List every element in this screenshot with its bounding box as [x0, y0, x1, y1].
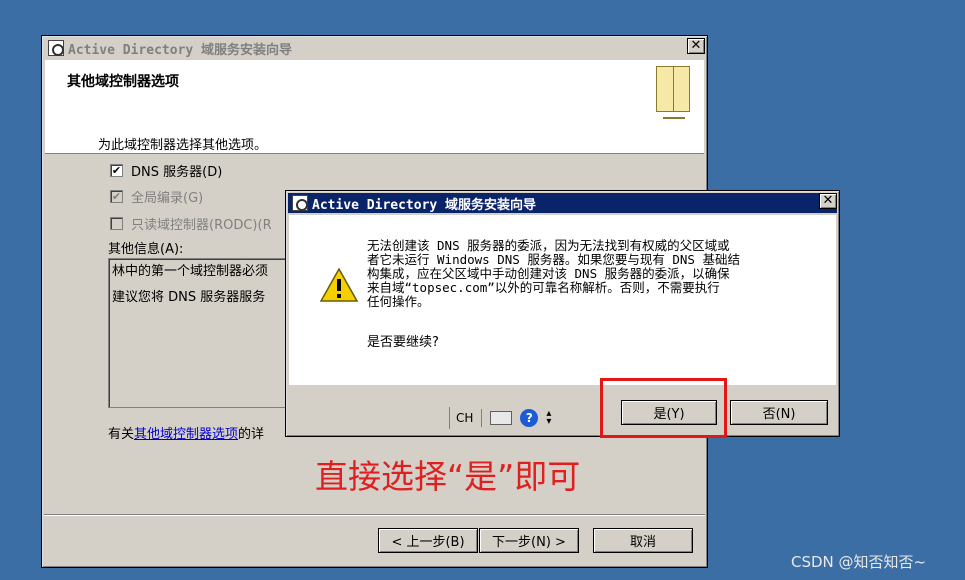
- checkbox-check-icon: ✔: [110, 164, 123, 177]
- tray-separator: [481, 409, 483, 427]
- message-dialog: Active Directory 域服务安装向导 ✕ 无法创建该 DNS 服务器…: [285, 190, 840, 437]
- back-button[interactable]: < 上一步(B): [378, 528, 478, 553]
- message-line: 构集成，应在父区域中手动创建对该 DNS 服务器的委派，以确保: [367, 266, 730, 281]
- message-line: 无法创建该 DNS 服务器的委派，因为无法找到有权威的父区域或: [367, 238, 730, 253]
- ad-app-icon: [292, 195, 308, 211]
- more-info-suffix: 的详: [238, 427, 265, 442]
- annotation-text: 直接选择“是”即可: [315, 457, 581, 496]
- global-catalog-checkbox: ✔ 全局编录(G): [110, 187, 203, 206]
- wizard-titlebar[interactable]: Active Directory 域服务安装向导: [44, 38, 705, 58]
- ad-app-icon: [48, 40, 64, 56]
- more-info-line: 有关其他域控制器选项的详: [108, 423, 264, 442]
- info-label: 其他信息(A):: [108, 242, 184, 257]
- book-icon: [656, 66, 690, 119]
- message-line: 任何操作。: [367, 294, 430, 309]
- highlight-box: [600, 378, 727, 438]
- global-catalog-label: 全局编录(G): [131, 191, 204, 206]
- cancel-button[interactable]: 取消: [593, 528, 693, 553]
- wizard-header-title: 其他域控制器选项: [67, 74, 179, 90]
- checkbox-empty-icon: [110, 217, 123, 230]
- dialog-titlebar[interactable]: Active Directory 域服务安装向导: [288, 193, 837, 213]
- wizard-intro: 为此域控制器选择其他选项。: [98, 138, 268, 153]
- checkbox-check-icon: ✔: [110, 190, 123, 203]
- keyboard-icon[interactable]: [490, 411, 513, 425]
- tray-options-icon[interactable]: ▴ ▾: [546, 409, 551, 427]
- no-button[interactable]: 否(N): [730, 400, 828, 425]
- wizard-close-button[interactable]: ✕: [687, 38, 705, 54]
- message-line: 来自域“topsec.com”以外的可靠名称解析。否则，不需要执行: [367, 280, 720, 295]
- dialog-message: 无法创建该 DNS 服务器的委派，因为无法找到有权威的父区域或 者它未运行 Wi…: [367, 239, 807, 309]
- more-options-link[interactable]: 其他域控制器选项: [134, 427, 238, 442]
- dialog-close-button[interactable]: ✕: [819, 193, 837, 209]
- more-info-prefix: 有关: [108, 427, 135, 442]
- wizard-footer-separator: [44, 514, 705, 516]
- dns-server-checkbox[interactable]: ✔ DNS 服务器(D): [110, 161, 222, 180]
- dialog-title: Active Directory 域服务安装向导: [312, 197, 537, 213]
- dialog-question: 是否要继续?: [367, 335, 439, 350]
- watermark: CSDN @知否知否~: [791, 553, 927, 571]
- dialog-content: 无法创建该 DNS 服务器的委派，因为无法找到有权威的父区域或 者它未运行 Wi…: [289, 215, 836, 385]
- dns-server-label: DNS 服务器(D): [131, 165, 223, 180]
- language-indicator[interactable]: CH: [456, 411, 473, 425]
- info-textbox[interactable]: 林中的第一个域控制器必须 建议您将 DNS 服务器服务: [108, 258, 293, 408]
- help-icon[interactable]: ?: [520, 409, 539, 427]
- message-line: 者它未运行 Windows DNS 服务器。如果您要与现有 DNS 基础结: [367, 252, 740, 267]
- info-line-1: 林中的第一个域控制器必须: [112, 264, 269, 279]
- warning-icon: [319, 267, 359, 302]
- rodc-label: 只读域控制器(RODC)(R: [131, 218, 272, 233]
- rodc-checkbox: 只读域控制器(RODC)(R: [110, 214, 272, 233]
- language-bar: CH ? ▴ ▾: [449, 407, 551, 429]
- next-button[interactable]: 下一步(N) >: [479, 528, 579, 553]
- wizard-title: Active Directory 域服务安装向导: [68, 42, 293, 58]
- info-line-2: 建议您将 DNS 服务器服务: [112, 290, 266, 305]
